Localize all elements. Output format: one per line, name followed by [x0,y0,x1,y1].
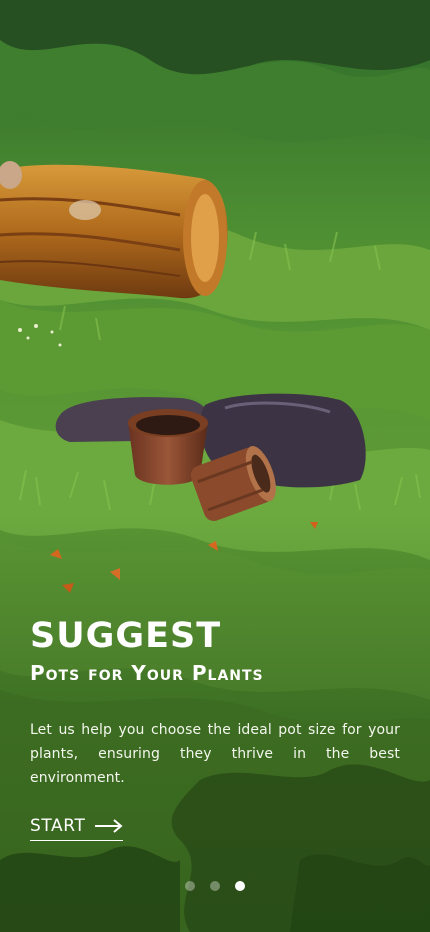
onboarding-screen: SUGGEST Pots for Your Plants Let us help… [0,0,430,932]
page-indicator [0,881,430,891]
page-dot-3[interactable] [235,881,245,891]
subheadline: Pots for Your Plants [30,661,264,685]
headline: SUGGEST [30,616,222,656]
page-dot-2[interactable] [210,881,220,891]
start-button[interactable]: START [30,816,124,841]
start-label: START [30,816,86,836]
arrow-right-icon [95,819,123,833]
description: Let us help you choose the ideal pot siz… [30,722,400,786]
onboarding-content: SUGGEST Pots for Your Plants Let us help… [30,614,400,841]
page-dot-1[interactable] [185,881,195,891]
